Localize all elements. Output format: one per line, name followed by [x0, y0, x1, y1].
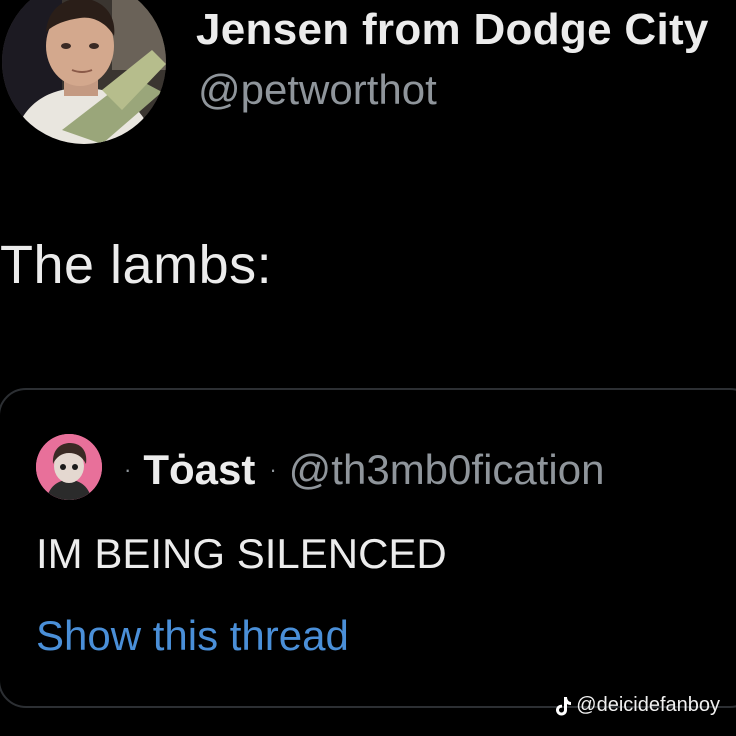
profile-photo-icon: [2, 0, 166, 144]
author-display-name[interactable]: Jensen from Dodge City: [196, 0, 736, 60]
tweet-container: Jensen from Dodge City @petworthot The l…: [0, 0, 736, 736]
quoted-author-display-name[interactable]: Tȯast: [143, 440, 255, 500]
quoted-author-handle[interactable]: @th3mb0fication: [289, 440, 605, 500]
quoted-tweet-text: IM BEING SILENCED: [36, 530, 447, 577]
quoted-tweet-header: · Tȯast · @th3mb0fication: [118, 440, 736, 500]
separator-dot: ·: [269, 457, 277, 482]
quoted-author-avatar[interactable]: [36, 434, 102, 500]
author-handle[interactable]: @petworthot: [198, 60, 437, 120]
author-avatar[interactable]: [2, 0, 166, 144]
watermark-text: @deicidefanboy: [576, 694, 720, 716]
separator-dot: ·: [124, 457, 132, 482]
tiktok-icon: [554, 696, 572, 716]
profile-photo-icon: [36, 434, 102, 500]
watermark: @deicidefanboy: [554, 694, 720, 717]
show-thread-link[interactable]: Show this thread: [36, 606, 349, 666]
tweet-text: The lambs:: [0, 235, 273, 295]
